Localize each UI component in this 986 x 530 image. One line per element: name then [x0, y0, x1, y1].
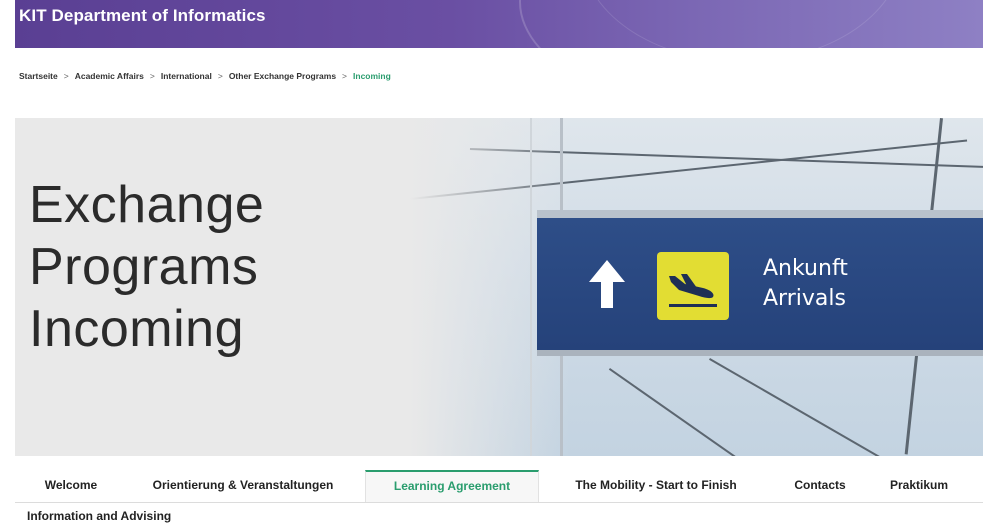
- tab-bar: Welcome Orientierung & Veranstaltungen L…: [15, 470, 983, 503]
- breadcrumb-item-startseite[interactable]: Startseite: [19, 71, 58, 81]
- arrivals-sign: Ankunft Arrivals: [537, 210, 983, 356]
- breadcrumb-item-international[interactable]: International: [161, 71, 212, 81]
- breadcrumb-separator: >: [63, 71, 69, 81]
- breadcrumb-current: Incoming: [353, 71, 391, 81]
- page-title-line: Incoming: [29, 300, 244, 358]
- breadcrumb-separator: >: [342, 71, 348, 81]
- tab-mobility[interactable]: The Mobility - Start to Finish: [545, 470, 767, 500]
- site-header: KIT Department of Informatics: [15, 0, 983, 48]
- cable: [709, 358, 901, 456]
- tab-welcome[interactable]: Welcome: [27, 470, 115, 500]
- arrow-up-icon: [589, 260, 625, 308]
- breadcrumb-separator: >: [149, 71, 155, 81]
- sign-line-ankunft: Ankunft: [763, 256, 848, 281]
- site-title-link[interactable]: KIT Department of Informatics: [19, 6, 266, 26]
- tab-orientierung[interactable]: Orientierung & Veranstaltungen: [127, 470, 359, 500]
- breadcrumb-separator: >: [217, 71, 223, 81]
- tab-praktikum[interactable]: Praktikum: [873, 470, 965, 500]
- page-title-line: Programs: [29, 238, 259, 296]
- tab-contacts[interactable]: Contacts: [780, 470, 860, 500]
- tab-learning-agreement[interactable]: Learning Agreement: [365, 470, 539, 502]
- hero-banner: Exchange Programs Incoming Ankunft Arriv…: [15, 118, 983, 456]
- sign-line-arrivals: Arrivals: [763, 286, 846, 311]
- tab-information-advising[interactable]: Information and Advising: [27, 509, 171, 523]
- breadcrumb: Startseite > Academic Affairs > Internat…: [19, 71, 391, 81]
- page-title: Exchange Programs Incoming: [29, 174, 264, 360]
- breadcrumb-item-other-exchange-programs[interactable]: Other Exchange Programs: [229, 71, 336, 81]
- sign-text: Ankunft Arrivals: [763, 254, 848, 314]
- breadcrumb-item-academic-affairs[interactable]: Academic Affairs: [75, 71, 144, 81]
- airplane-landing-icon-box: [657, 252, 729, 320]
- page-title-line: Exchange: [29, 176, 265, 234]
- airplane-landing-icon: [669, 274, 717, 307]
